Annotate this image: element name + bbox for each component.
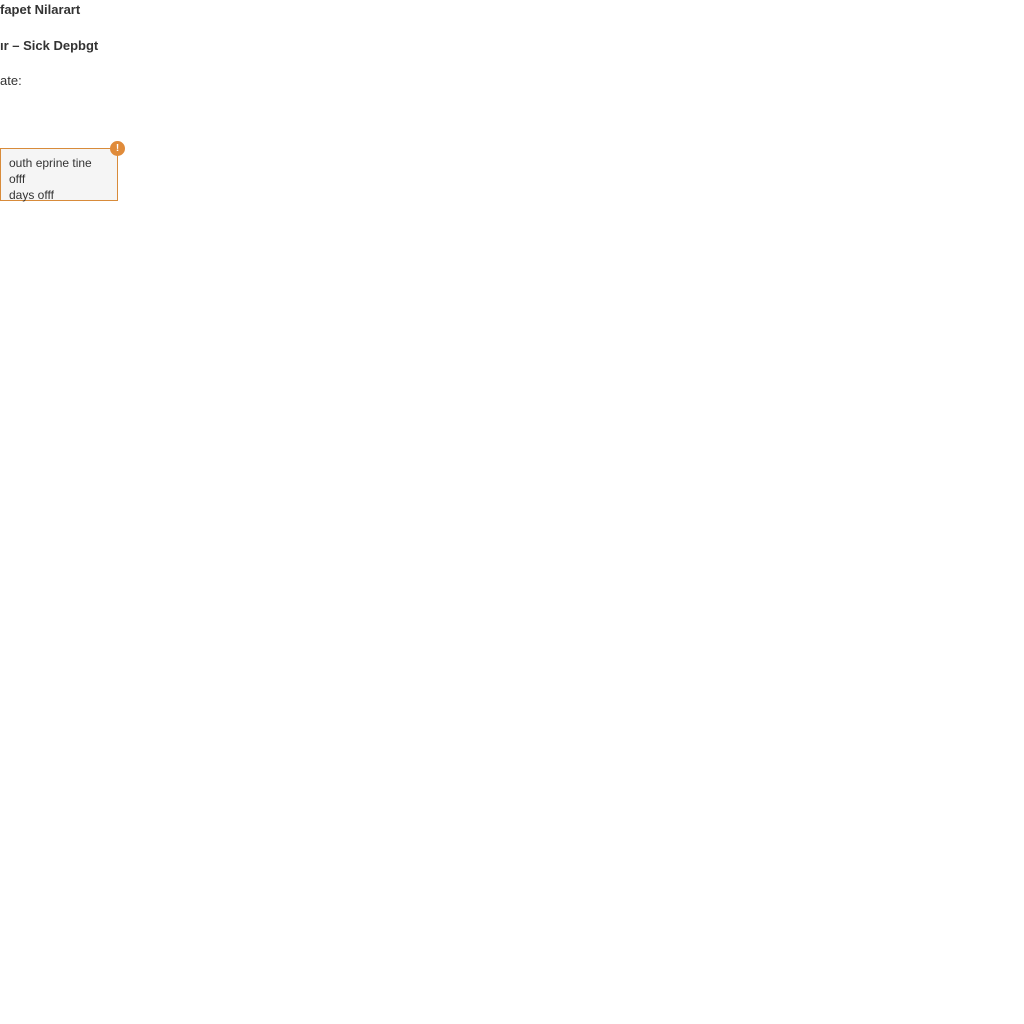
warning-icon: !: [110, 141, 125, 156]
page-title: fapet Nilarart: [0, 2, 80, 17]
section-subtitle: ır – Sick Depbgt: [0, 38, 98, 53]
warning-text-line1: outh eprine tine offf: [9, 155, 109, 187]
warning-text-line2: days offf: [9, 187, 109, 203]
warning-box[interactable]: ! outh eprine tine offf days offf: [0, 148, 118, 201]
date-label: ate:: [0, 73, 22, 88]
